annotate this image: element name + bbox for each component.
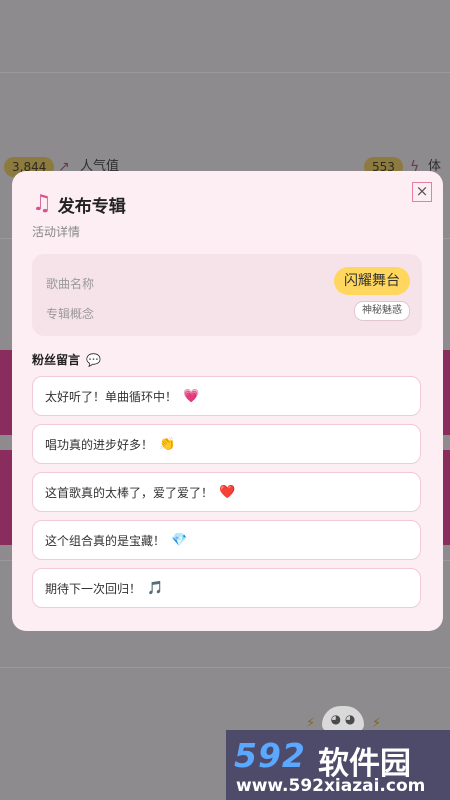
sparkle-icon: ⚡ [306,716,316,731]
album-info-card: 歌曲名称 闪耀舞台 专辑概念 神秘魅惑 [32,254,422,336]
heart-icon: ❤️ [219,484,236,500]
fan-messages-title: 粉丝留言 [32,353,81,367]
fan-message: 期待下一次回归！ 🎵 [32,568,421,608]
background-card-edge [0,450,12,545]
fan-message-text: 这个组合真的是宝藏！ [45,533,166,548]
close-button[interactable]: × [412,182,432,202]
fan-message: 太好听了！单曲循环中！ 💗 [32,376,421,416]
song-name-badge: 闪耀舞台 [334,267,410,295]
divider [0,667,450,668]
fan-message-text: 期待下一次回归！ [45,581,142,596]
watermark-url: www.592xiazai.com [236,776,426,796]
fan-message: 唱功真的进步好多！ 👏 [32,424,421,464]
fan-message: 这个组合真的是宝藏！ 💎 [32,520,421,560]
gem-icon: 💎 [171,532,188,548]
watermark: 592 软件园 www.592xiazai.com [226,730,450,800]
gamepad-mascot-icon: ◕ ◕ [322,706,364,732]
modal-title: 发布专辑 [57,196,126,217]
fan-message: 这首歌真的太棒了，爱了爱了！ ❤️ [32,472,421,512]
fan-messages-header: 粉丝留言 💬 [32,351,101,368]
album-concept-badge: 神秘魅惑 [354,301,410,321]
modal-subtitle: 活动详情 [32,225,81,239]
album-release-modal: × ♫ 发布专辑 活动详情 歌曲名称 闪耀舞台 专辑概念 神秘魅惑 粉丝留言 💬… [12,171,443,631]
watermark-logo: 592 [234,736,306,775]
fan-message-text: 太好听了！单曲循环中！ [45,389,178,404]
music-note-icon: ♫ [32,191,52,216]
album-concept-label: 专辑概念 [46,307,95,321]
chat-bubble-icon: 💬 [86,352,101,367]
song-name-label: 歌曲名称 [46,277,95,291]
fan-message-text: 这首歌真的太棒了，爱了爱了！ [45,485,214,500]
background-card-edge [0,350,12,435]
heart-icon: 💗 [183,388,200,404]
sparkle-icon: ⚡ [372,716,382,731]
modal-header: ♫ 发布专辑 [32,191,126,217]
clap-icon: 👏 [159,436,176,452]
music-note-icon: 🎵 [147,580,164,596]
fan-message-text: 唱功真的进步好多！ [45,437,154,452]
divider [0,72,450,73]
